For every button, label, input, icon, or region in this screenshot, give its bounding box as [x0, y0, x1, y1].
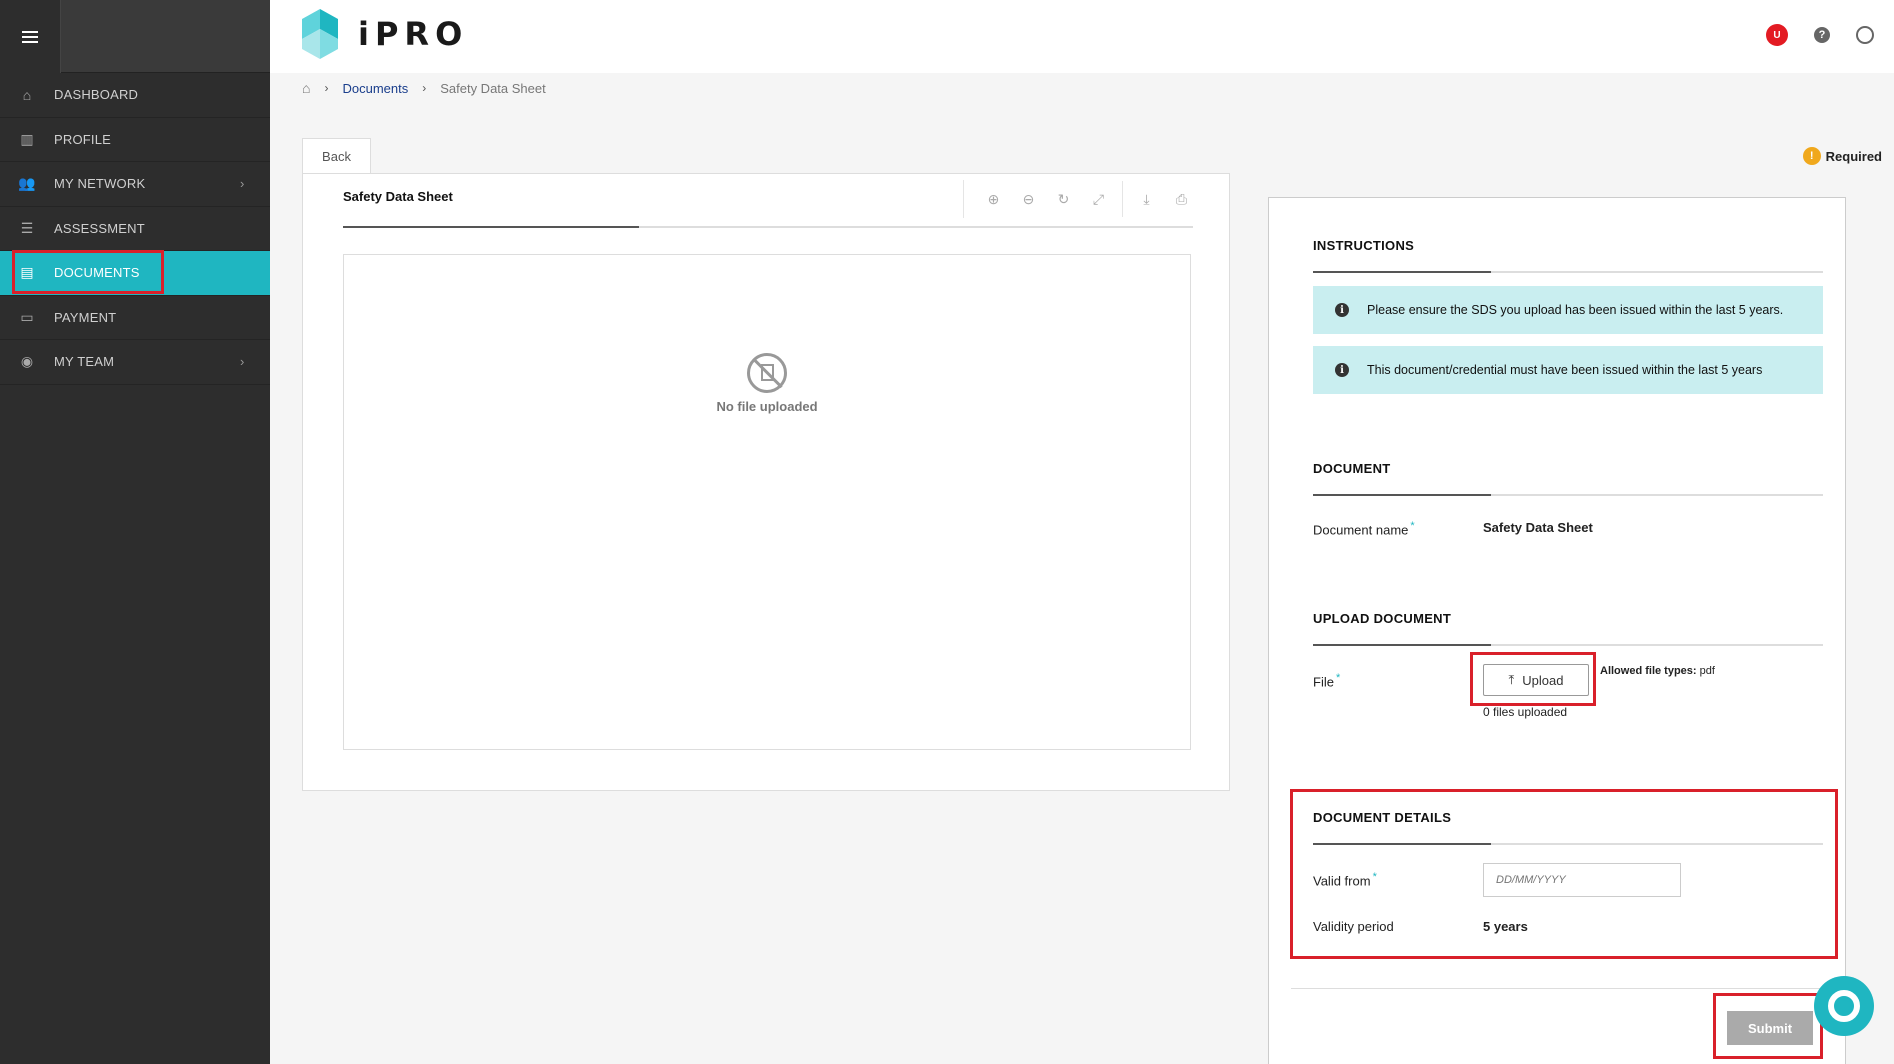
help-chat-button[interactable] [1814, 976, 1874, 1036]
sidebar-top [0, 0, 270, 73]
document-form-panel: INSTRUCTIONS i Please ensure the SDS you… [1268, 197, 1847, 1064]
section-title-upload: UPLOAD DOCUMENT [1313, 611, 1452, 626]
notification-shield-icon[interactable]: U [1766, 24, 1788, 46]
sidebar: ⌂ DASHBOARD ▥ PROFILE 👥 MY NETWORK › ☰ A… [0, 0, 270, 1064]
viewer-canvas: No file uploaded [343, 254, 1191, 750]
viewer-title-underline [343, 226, 1193, 228]
hamburger-icon [22, 30, 38, 43]
section-title-instructions: INSTRUCTIONS [1313, 238, 1415, 253]
list-icon: ☰ [20, 219, 34, 236]
rotate-icon[interactable]: ↻ [1046, 191, 1081, 208]
user-circle-icon: ◉ [20, 353, 34, 370]
download-icon[interactable]: ⤓ [1129, 191, 1164, 208]
submit-button[interactable]: Submit [1727, 1011, 1813, 1045]
document-icon: ▤ [20, 264, 34, 281]
info-icon: i [1335, 363, 1349, 377]
breadcrumb: ⌂ › Documents › Safety Data Sheet [302, 80, 546, 96]
lifebuoy-icon [1828, 990, 1860, 1022]
viewer-title: Safety Data Sheet [343, 189, 453, 204]
instruction-item: i This document/credential must have bee… [1313, 346, 1823, 394]
home-icon: ⌂ [22, 86, 32, 103]
building-icon: ▥ [20, 130, 34, 147]
ipro-logo[interactable]: iPRO [302, 9, 468, 59]
form-divider [1291, 988, 1847, 989]
section-title-document: DOCUMENT [1313, 461, 1391, 476]
document-name-value: Safety Data Sheet [1483, 520, 1593, 535]
file-label: File * [1313, 672, 1341, 690]
chevron-right-icon: › [422, 81, 427, 95]
upload-icon: ⤒ [1508, 672, 1515, 687]
user-account-icon[interactable] [1856, 26, 1874, 44]
help-icon[interactable]: ? [1814, 27, 1830, 43]
instruction-text: This document/credential must have been … [1367, 363, 1763, 377]
zoom-out-icon[interactable]: ⊖ [1011, 191, 1046, 208]
info-icon: i [1335, 303, 1349, 317]
fullscreen-icon[interactable]: ⤢ [1081, 191, 1116, 208]
valid-from-input[interactable] [1483, 863, 1681, 897]
top-header: iPRO U ? [270, 0, 1894, 73]
no-file-placeholder: No file uploaded [344, 353, 1190, 414]
users-icon: 👥 [18, 175, 36, 192]
allowed-file-types: Allowed file types: pdf [1600, 665, 1715, 677]
breadcrumb-link-documents[interactable]: Documents [342, 81, 408, 96]
upload-button-label: Upload [1522, 672, 1564, 688]
breadcrumb-current: Safety Data Sheet [440, 80, 546, 96]
sidebar-item-payment[interactable]: ▭ PAYMENT [0, 296, 270, 340]
upload-button[interactable]: ⤒ Upload [1483, 664, 1589, 696]
document-name-label: Document name * [1313, 520, 1415, 538]
sidebar-item-label: DOCUMENTS [54, 265, 140, 281]
section-underline [1313, 843, 1823, 845]
header-actions: U ? [1766, 24, 1874, 46]
no-file-label: No file uploaded [716, 399, 818, 414]
chevron-right-icon: › [240, 354, 245, 370]
chevron-right-icon: › [324, 81, 329, 95]
sidebar-item-label: ASSESSMENT [54, 220, 145, 236]
sidebar-item-documents[interactable]: ▤ DOCUMENTS [0, 251, 270, 296]
instruction-text: Please ensure the SDS you upload has bee… [1367, 303, 1784, 317]
logo-text: iPRO [358, 15, 469, 53]
valid-from-label: Valid from * [1313, 871, 1377, 889]
no-file-icon [747, 353, 787, 393]
viewer-toolbar: ⊕ ⊖ ↻ ⤢ ⤓ ⎙ [963, 180, 1199, 218]
section-underline [1313, 644, 1823, 646]
document-viewer: Safety Data Sheet ⊕ ⊖ ↻ ⤢ ⤓ ⎙ No file up… [302, 173, 1230, 791]
chevron-right-icon: › [240, 176, 245, 192]
section-title-document-details: DOCUMENT DETAILS [1313, 810, 1452, 825]
sidebar-item-label: MY NETWORK [54, 176, 146, 192]
toolbar-divider [1122, 181, 1123, 217]
menu-toggle-button[interactable] [0, 0, 61, 73]
sidebar-item-label: MY TEAM [54, 354, 115, 370]
required-label: Required [1825, 148, 1882, 164]
zoom-in-icon[interactable]: ⊕ [976, 191, 1011, 208]
sidebar-item-assessment[interactable]: ☰ ASSESSMENT [0, 207, 270, 251]
sidebar-item-my-network[interactable]: 👥 MY NETWORK › [0, 162, 270, 207]
validity-period-value: 5 years [1483, 919, 1528, 934]
home-icon[interactable]: ⌂ [302, 80, 310, 96]
validity-period-label: Validity period [1313, 919, 1394, 934]
credit-card-icon: ▭ [20, 308, 34, 325]
sidebar-item-label: PROFILE [54, 131, 112, 147]
instruction-item: i Please ensure the SDS you upload has b… [1313, 286, 1823, 334]
section-underline [1313, 494, 1823, 496]
back-button[interactable]: Back [302, 138, 371, 174]
required-legend: ! Required [1802, 147, 1882, 165]
files-uploaded-count: 0 files uploaded [1483, 705, 1568, 719]
print-icon[interactable]: ⎙ [1164, 191, 1199, 208]
sidebar-item-dashboard[interactable]: ⌂ DASHBOARD [0, 73, 270, 118]
sidebar-item-my-team[interactable]: ◉ MY TEAM › [0, 340, 270, 385]
section-underline [1313, 271, 1823, 273]
sidebar-item-profile[interactable]: ▥ PROFILE [0, 118, 270, 162]
ipro-logo-icon [302, 9, 338, 59]
sidebar-item-label: PAYMENT [54, 309, 117, 325]
required-icon: ! [1802, 147, 1821, 165]
sidebar-item-label: DASHBOARD [54, 87, 139, 103]
